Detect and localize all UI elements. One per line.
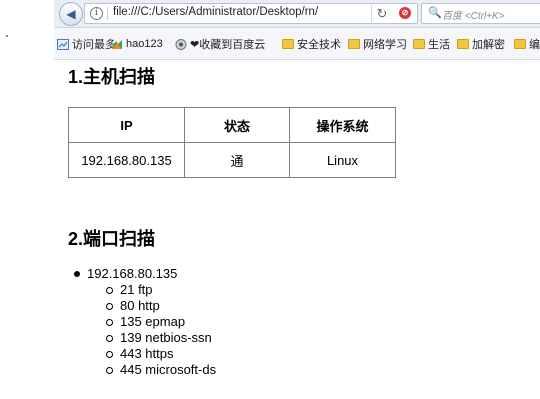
folder-icon bbox=[457, 39, 469, 49]
column-header-ip: IP bbox=[68, 107, 185, 143]
bookmark-label: hao123 bbox=[126, 38, 163, 50]
bookmark-label: 安全技术 bbox=[297, 39, 341, 51]
column-header-status: 状态 bbox=[184, 107, 290, 143]
bookmarks-toolbar: 访问最多 hao123 ❤收藏到百度云 安全技术 网络学习 生活 加解密 编 bbox=[54, 28, 540, 60]
bookmark-security-tech[interactable]: 安全技术 bbox=[282, 36, 341, 52]
column-header-os: 操作系统 bbox=[289, 107, 396, 143]
baidu-cloud-icon bbox=[175, 38, 187, 50]
bookmark-life[interactable]: 生活 bbox=[413, 36, 450, 52]
page-content: 1.主机扫描 IP 状态 操作系统 192.168.80.135 通 Linux… bbox=[54, 60, 540, 399]
url-separator bbox=[107, 7, 108, 20]
port-list: 21 ftp 80 http 135 epmap 139 netbios-ssn… bbox=[87, 282, 216, 378]
list-item-port: 21 ftp bbox=[87, 282, 216, 298]
list-item-port: 80 http bbox=[87, 298, 216, 314]
browser-chrome: ◀ i file:///C:/Users/Administrator/Deskt… bbox=[54, 0, 540, 60]
bookmark-label: ❤收藏到百度云 bbox=[190, 39, 266, 51]
frequent-icon bbox=[57, 38, 69, 50]
list-item-port: 139 netbios-ssn bbox=[87, 330, 216, 346]
folder-icon bbox=[514, 39, 526, 49]
bookmark-label: 生活 bbox=[428, 39, 450, 51]
list-item-host: 192.168.80.135 21 ftp 80 http 135 epmap … bbox=[68, 266, 216, 378]
list-item-port: 445 microsoft-ds bbox=[87, 362, 216, 378]
search-icon: 🔍 bbox=[428, 7, 442, 19]
folder-icon bbox=[348, 39, 360, 49]
hao123-icon bbox=[112, 39, 122, 49]
host-scan-table: IP 状态 操作系统 192.168.80.135 通 Linux bbox=[68, 107, 396, 178]
folder-icon bbox=[413, 39, 425, 49]
navigation-bar: ◀ i file:///C:/Users/Administrator/Deskt… bbox=[54, 0, 540, 28]
bookmark-label: 编 bbox=[529, 39, 540, 51]
back-arrow-icon: ◀ bbox=[66, 7, 76, 21]
bookmark-label: 访问最多 bbox=[72, 39, 116, 51]
bookmark-hao123[interactable]: hao123 bbox=[111, 36, 163, 52]
table-header-row: IP 状态 操作系统 bbox=[68, 107, 396, 143]
section-title-host-scan: 1.主机扫描 bbox=[68, 67, 156, 87]
info-icon[interactable]: i bbox=[90, 7, 103, 20]
list-item-port: 443 https bbox=[87, 346, 216, 362]
section-title-port-scan: 2.端口扫描 bbox=[68, 229, 156, 249]
bookmark-network-learning[interactable]: 网络学习 bbox=[348, 36, 407, 52]
bookmark-edit[interactable]: 编 bbox=[514, 36, 540, 52]
table-row: 192.168.80.135 通 Linux bbox=[68, 142, 396, 178]
cell-status: 通 bbox=[184, 142, 290, 178]
reload-icon[interactable]: ↻ bbox=[371, 5, 392, 22]
bookmark-label: 加解密 bbox=[472, 39, 505, 51]
bookmark-baidu-cloud[interactable]: ❤收藏到百度云 bbox=[175, 36, 265, 52]
cell-ip: 192.168.80.135 bbox=[68, 142, 185, 178]
edge-mark bbox=[6, 35, 8, 37]
folder-icon bbox=[282, 39, 294, 49]
url-text[interactable]: file:///C:/Users/Administrator/Desktop/r… bbox=[113, 6, 318, 18]
search-placeholder: 百度 <Ctrl+K> bbox=[442, 11, 505, 22]
bookmark-label: 网络学习 bbox=[363, 39, 407, 51]
host-ip: 192.168.80.135 bbox=[87, 266, 178, 281]
host-list: 192.168.80.135 21 ftp 80 http 135 epmap … bbox=[68, 266, 216, 378]
cell-os: Linux bbox=[289, 142, 396, 178]
block-icon[interactable]: ⊘ bbox=[399, 7, 411, 19]
address-bar[interactable]: i file:///C:/Users/Administrator/Desktop… bbox=[84, 3, 418, 24]
bookmark-crypto[interactable]: 加解密 bbox=[457, 36, 505, 52]
back-button[interactable]: ◀ bbox=[59, 2, 83, 26]
bookmark-frequent[interactable]: 访问最多 bbox=[57, 36, 116, 52]
list-item-port: 135 epmap bbox=[87, 314, 216, 330]
search-box[interactable]: 🔍 百度 <Ctrl+K> bbox=[421, 3, 540, 24]
